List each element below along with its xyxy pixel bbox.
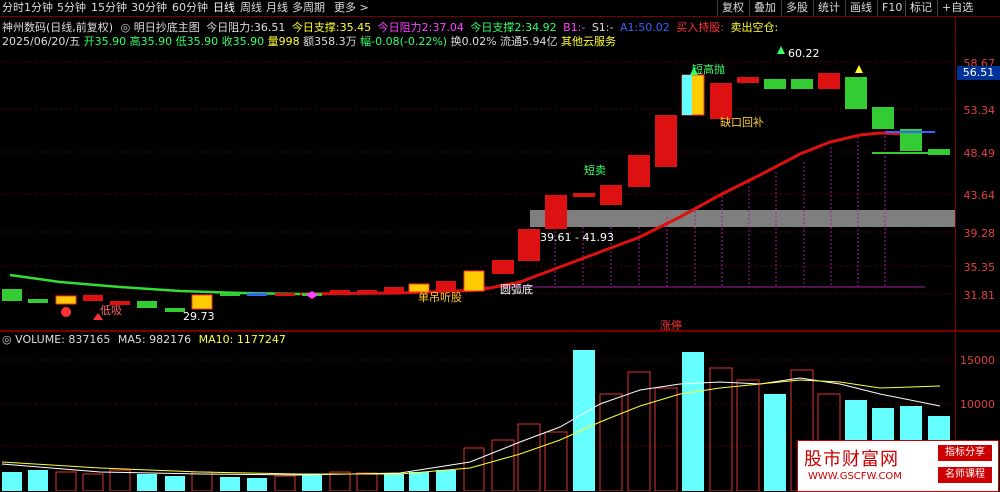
period-toolbar: 分时 1分钟 5分钟 15分钟 30分钟 60分钟 日线 周线 月线 多周期 更…: [0, 0, 1000, 17]
tab-more[interactable]: 更多 >: [334, 1, 369, 15]
annotation-low-price: 29.73: [183, 310, 215, 323]
watermark-tag-course: 名师课程: [938, 467, 992, 483]
annotation-buy-hold: 单吊听股: [418, 291, 462, 304]
btn-adjust[interactable]: 复权: [717, 0, 748, 16]
watermark-tag-share: 指标分享: [938, 445, 992, 461]
sell-arrow-icon-2: [777, 46, 785, 54]
annotation-short-throw: 短高抛: [692, 62, 725, 76]
tab-5min[interactable]: 5分钟: [57, 1, 86, 15]
btn-f10[interactable]: F10: [877, 0, 906, 16]
btn-draw[interactable]: 画线: [845, 0, 876, 16]
tab-15min[interactable]: 15分钟: [91, 1, 127, 15]
btn-overlay[interactable]: 叠加: [749, 0, 780, 16]
annotation-range: 39.61 - 41.93: [540, 231, 614, 244]
price-axis: 58.67 53.34 48.49 43.64 39.28 35.35 31.8…: [955, 17, 1000, 330]
star-icon: [855, 65, 863, 73]
btn-multi-stock[interactable]: 多股: [781, 0, 812, 16]
tab-multi-period[interactable]: 多周期: [292, 1, 325, 15]
annotation-arc-bottom: 圆弧底: [500, 282, 533, 296]
tab-weekly[interactable]: 周线: [240, 1, 262, 15]
watermark-logo: 股市财富网 WWW.GSCFW.COM 指标分享 名师课程: [797, 440, 999, 492]
annotation-low-buy: 低吸: [100, 304, 122, 317]
current-price-tag: 56.51: [957, 66, 1000, 80]
kline-chart[interactable]: 低吸 29.73 单吊听股 圆弧底 39.61 - 41.93 短卖 短高抛 缺…: [0, 17, 955, 330]
annotation-high-price: 60.22: [788, 47, 820, 60]
tab-1min[interactable]: 1分钟: [24, 1, 53, 15]
diamond-icon: [306, 291, 318, 299]
tab-daily[interactable]: 日线: [213, 1, 235, 15]
grid-lines: [0, 61, 955, 295]
tab-timeshare[interactable]: 分时: [2, 1, 24, 15]
btn-add-watch[interactable]: +自选: [937, 0, 977, 16]
annotation-short-sell: 短卖: [584, 163, 606, 177]
volume-grid: [0, 359, 955, 447]
annotation-limit-up: 涨停: [660, 318, 682, 330]
watermark-title: 股市财富网: [804, 449, 899, 470]
buy-signal-icon: [61, 307, 71, 317]
watermark-url: WWW.GSCFW.COM: [808, 471, 902, 482]
support-band: [530, 210, 955, 227]
purple-markers: [554, 132, 886, 287]
ma-green-line: [9, 273, 301, 296]
btn-stats[interactable]: 统计: [813, 0, 844, 16]
tab-monthly[interactable]: 月线: [266, 1, 288, 15]
tab-30min[interactable]: 30分钟: [131, 1, 167, 15]
tab-60min[interactable]: 60分钟: [172, 1, 208, 15]
annotation-gap-fill: 缺口回补: [720, 115, 764, 129]
btn-mark[interactable]: 标记: [905, 0, 936, 16]
